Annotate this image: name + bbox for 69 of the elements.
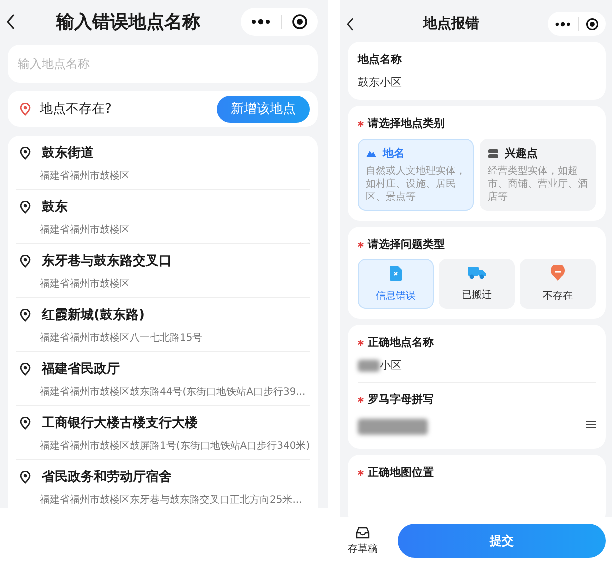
problem-label: 已搬迁	[462, 288, 492, 302]
field-label: 请选择地点类别	[368, 116, 445, 131]
result-item[interactable]: 鼓东街道 福建省福州市鼓楼区	[16, 136, 310, 190]
target-icon[interactable]	[586, 18, 599, 30]
place-name: 鼓东	[42, 198, 68, 216]
location-pin-icon	[20, 416, 31, 430]
location-pin-icon	[20, 200, 31, 214]
category-description: 经营类型实体，如超市、商铺、营业厅、酒店等	[488, 165, 588, 204]
place-name: 红霞新城(鼓东路)	[42, 306, 145, 324]
more-icon[interactable]	[251, 19, 271, 25]
place-address: 福建省福州市鼓楼区八一七北路15号	[39, 332, 204, 345]
place-address: 福建省福州市鼓楼区	[39, 278, 131, 291]
category-name: 地名	[383, 146, 405, 161]
field-value: 鼓东小区	[358, 75, 403, 90]
search-field[interactable]: 输入地点名称	[8, 45, 318, 83]
field-label: 请选择问题类型	[368, 237, 445, 252]
place-name: 东牙巷与鼓东路交叉口	[42, 252, 172, 270]
more-icon[interactable]	[555, 22, 571, 26]
location-pin-icon	[20, 102, 31, 116]
redaction-blur	[358, 360, 380, 372]
location-pin-icon	[20, 308, 31, 322]
place-name: 省民政务和劳动厅宿舍	[42, 468, 172, 486]
list-icon[interactable]	[586, 421, 596, 429]
place-address: 福建省福州市鼓楼区	[39, 170, 131, 183]
back-icon[interactable]	[6, 13, 16, 31]
result-item[interactable]: 省民政务和劳动厅宿舍 福建省福州市鼓楼区东牙巷与鼓东路交叉口正北方向25米...	[16, 460, 310, 508]
capsule-menu[interactable]	[241, 8, 318, 36]
problem-option[interactable]: 已搬迁	[439, 259, 515, 309]
field-value: 小区	[380, 358, 402, 373]
capsule-menu[interactable]	[548, 12, 606, 36]
category-option[interactable]: 兴趣点 经营类型实体，如超市、商铺、营业厅、酒店等	[480, 139, 596, 211]
result-item[interactable]: 红霞新城(鼓东路) 福建省福州市鼓楼区八一七北路15号	[16, 298, 310, 352]
redaction-blur	[358, 419, 428, 435]
place-name: 工商银行大楼古楼支行大楼	[42, 414, 198, 432]
page-title: 地点报错	[422, 15, 480, 33]
place-address: 福建省福州市鼓楼区东牙巷与鼓东路交叉口正北方向25米...	[39, 494, 304, 507]
place-name: 鼓东街道	[42, 144, 94, 162]
location-pin-icon	[20, 254, 31, 268]
problem-option[interactable]: 不存在	[520, 259, 596, 309]
document-icon	[390, 266, 402, 280]
place-address: 福建省福州市鼓楼区	[39, 224, 131, 237]
minus-pin-icon	[551, 265, 565, 281]
target-icon[interactable]	[292, 14, 308, 30]
result-item[interactable]: 东牙巷与鼓东路交叉口 福建省福州市鼓楼区	[16, 244, 310, 298]
category-description: 自然或人文地理实体，如村庄、设施、居民区、景点等	[366, 165, 466, 204]
back-icon[interactable]	[346, 16, 355, 32]
location-pin-icon	[20, 470, 31, 484]
location-pin-icon	[20, 362, 31, 376]
not-found-text: 地点不存在?	[40, 101, 113, 118]
field-label: 地点名称	[358, 52, 402, 67]
truck-icon	[468, 266, 486, 280]
mountain-icon	[366, 149, 377, 158]
page-title: 输入错误地点名称	[55, 11, 202, 34]
save-draft-button[interactable]: 存草稿	[348, 526, 378, 556]
location-pin-icon	[20, 146, 31, 160]
inbox-icon	[356, 526, 370, 538]
field-label: 正确地图位置	[368, 465, 434, 480]
place-address: 福建省福州市鼓楼区鼓屏路1号(东街口地铁站A口步行340米)	[39, 440, 310, 453]
result-item[interactable]: 工商银行大楼古楼支行大楼 福建省福州市鼓楼区鼓屏路1号(东街口地铁站A口步行340米)	[16, 406, 310, 460]
problem-label: 信息错误	[376, 290, 416, 302]
place-address: 福建省福州市鼓楼区鼓东路44号(东街口地铁站A口步行39...	[39, 386, 307, 399]
result-item[interactable]: 鼓东 福建省福州市鼓楼区	[16, 190, 310, 244]
result-item[interactable]: 福建省民政厅 福建省福州市鼓楼区鼓东路44号(东街口地铁站A口步行39...	[16, 352, 310, 406]
field-label: 罗马字母拼写	[368, 392, 434, 407]
stack-icon	[488, 148, 499, 158]
category-name: 兴趣点	[505, 146, 538, 161]
problem-label: 不存在	[543, 290, 573, 303]
place-name: 福建省民政厅	[42, 361, 120, 378]
field-label: 正确地点名称	[368, 335, 434, 350]
